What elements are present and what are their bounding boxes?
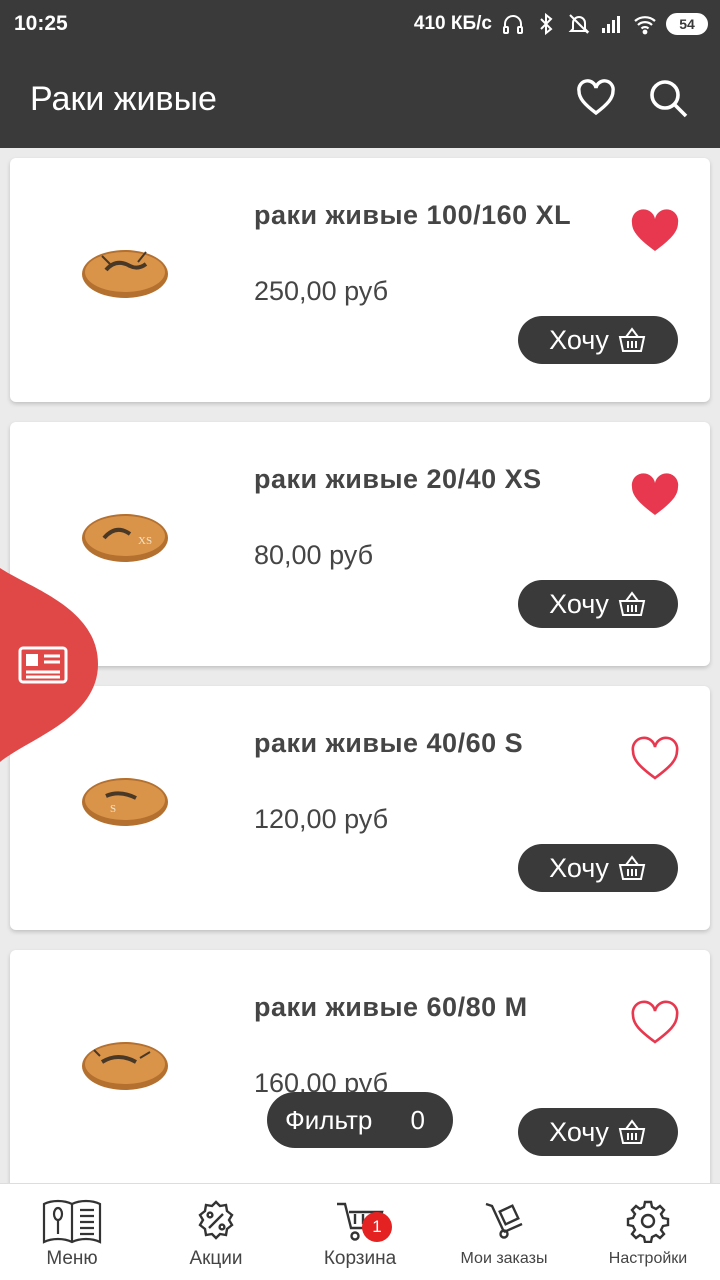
product-card[interactable]: XS раки живые 20/40 XS 80,00 руб Хочу (10, 422, 710, 666)
headphones-icon (503, 15, 523, 34)
page-title: Раки живые (30, 80, 217, 118)
product-name[interactable]: раки живые 100/160 XL (254, 200, 571, 231)
want-button-label: Хочу (549, 588, 609, 619)
catalog-side-tab[interactable] (0, 568, 100, 762)
status-bar: 10:25 410 КБ/с 54 (0, 0, 720, 50)
want-button[interactable]: Хочу (518, 316, 678, 364)
bottom-navigation: Меню Акции 1 Корзина Мои заказы Настройк… (0, 1183, 720, 1280)
product-price: 120,00 руб (254, 804, 389, 834)
basket-icon (618, 327, 646, 352)
battery-icon: 54 (666, 13, 708, 35)
percent-gear-icon (198, 1200, 234, 1240)
filter-count: 0 (410, 1104, 425, 1135)
muted-bell-icon (568, 14, 590, 34)
network-speed: 410 КБ/с (413, 13, 492, 34)
nav-item-cart[interactable]: 1 Корзина (288, 1184, 432, 1280)
filter-label: Фильтр (285, 1104, 373, 1135)
app-bar: Раки живые (0, 50, 720, 148)
want-button-label: Хочу (549, 852, 609, 883)
nav-item-settings[interactable]: Настройки (576, 1184, 720, 1280)
filter-button[interactable]: Фильтр 0 (267, 1092, 453, 1148)
settings-gear-icon (626, 1200, 670, 1243)
product-list[interactable]: раки живые 100/160 XL 250,00 руб Хочу XS… (0, 148, 720, 1183)
product-image: XS (82, 514, 168, 562)
cart-badge: 1 (362, 1212, 392, 1242)
want-button-label: Хочу (549, 324, 609, 355)
product-card[interactable]: раки живые 60/80 M 160,00 руб Хочу (10, 950, 710, 1183)
want-button[interactable]: Хочу (518, 1108, 678, 1156)
product-image (82, 1042, 168, 1090)
svg-text:S: S (110, 803, 116, 815)
svg-text:XS: XS (138, 535, 152, 547)
bluetooth-icon (540, 12, 553, 36)
product-card[interactable]: раки живые 100/160 XL 250,00 руб Хочу (10, 158, 710, 402)
product-name[interactable]: раки живые 60/80 M (254, 992, 528, 1023)
basket-icon (618, 591, 646, 616)
nav-label: Акции (189, 1248, 243, 1269)
search-icon[interactable] (646, 76, 690, 120)
menu-book-icon (42, 1199, 102, 1244)
status-icons: 410 КБ/с 54 (414, 10, 708, 38)
product-card[interactable]: S раки живые 40/60 S 120,00 руб Хочу (10, 686, 710, 930)
hand-truck-icon (485, 1202, 523, 1239)
signal-icon (602, 16, 620, 33)
favorite-heart-outline-icon[interactable] (628, 734, 682, 782)
favorites-heart-icon[interactable] (574, 76, 618, 120)
product-image: S (82, 778, 168, 826)
product-image (82, 250, 168, 298)
product-price: 250,00 руб (254, 276, 389, 306)
product-price: 80,00 руб (254, 540, 374, 570)
want-button-label: Хочу (549, 1116, 609, 1147)
nav-label: Корзина (323, 1248, 397, 1269)
nav-item-orders[interactable]: Мои заказы (432, 1184, 576, 1280)
nav-label: Мои заказы (460, 1250, 548, 1267)
nav-item-promotions[interactable]: Акции (144, 1184, 288, 1280)
wifi-icon (634, 16, 656, 35)
basket-icon (618, 1119, 646, 1144)
favorite-heart-filled-icon[interactable] (628, 206, 682, 254)
product-name[interactable]: раки живые 20/40 XS (254, 464, 542, 495)
status-time: 10:25 (14, 12, 68, 35)
nav-label: Настройки (608, 1250, 688, 1267)
product-name[interactable]: раки живые 40/60 S (254, 728, 523, 759)
favorite-heart-outline-icon[interactable] (628, 998, 682, 1046)
favorite-heart-filled-icon[interactable] (628, 470, 682, 518)
want-button[interactable]: Хочу (518, 844, 678, 892)
nav-label: Меню (46, 1248, 98, 1269)
nav-item-menu[interactable]: Меню (0, 1184, 144, 1280)
basket-icon (618, 855, 646, 880)
want-button[interactable]: Хочу (518, 580, 678, 628)
